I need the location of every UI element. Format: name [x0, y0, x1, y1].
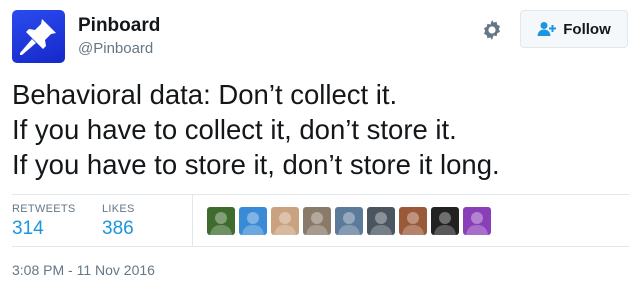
gear-icon[interactable] — [480, 18, 504, 42]
avatar-man-city[interactable] — [335, 207, 363, 235]
tweet-stats: RETWEETS 314 LIKES 386 — [12, 194, 629, 247]
avatar-purple-figure[interactable] — [463, 207, 491, 235]
avatar-brain-scan[interactable] — [431, 207, 459, 235]
avatar-brain-badge[interactable] — [239, 207, 267, 235]
tweet-line: If you have to collect it, don’t store i… — [12, 114, 457, 145]
follow-button-label: Follow — [563, 20, 611, 38]
retweets-stat[interactable]: RETWEETS 314 — [12, 203, 76, 240]
avatar-woman-curly[interactable] — [399, 207, 427, 235]
pushpin-icon — [20, 19, 56, 55]
tweet-line: Behavioral data: Don’t collect it. — [12, 79, 398, 110]
avatar-man-glasses[interactable] — [367, 207, 395, 235]
likes-label: LIKES — [102, 203, 135, 215]
stats-divider — [192, 195, 193, 246]
user-handle[interactable]: @Pinboard — [78, 40, 153, 57]
likes-stat[interactable]: LIKES 386 — [102, 203, 135, 240]
avatar-forest[interactable] — [207, 207, 235, 235]
tweet-header: Pinboard @Pinboard Follow — [12, 10, 628, 63]
avatar-two-people[interactable] — [271, 207, 299, 235]
follow-button[interactable]: Follow — [520, 10, 628, 48]
user-name[interactable]: Pinboard — [78, 15, 160, 37]
add-user-icon — [537, 21, 557, 37]
likes-count: 386 — [102, 218, 134, 239]
tweet-line: If you have to store it, don’t store it … — [12, 149, 500, 180]
tweet-text: Behavioral data: Don’t collect it. If yo… — [12, 77, 632, 182]
retweets-count: 314 — [12, 218, 44, 239]
retweets-label: RETWEETS — [12, 203, 76, 215]
liker-avatars — [207, 207, 495, 235]
avatar-bearded-man[interactable] — [303, 207, 331, 235]
tweet-timestamp[interactable]: 3:08 PM - 11 Nov 2016 — [12, 262, 155, 278]
profile-avatar[interactable] — [12, 10, 65, 63]
